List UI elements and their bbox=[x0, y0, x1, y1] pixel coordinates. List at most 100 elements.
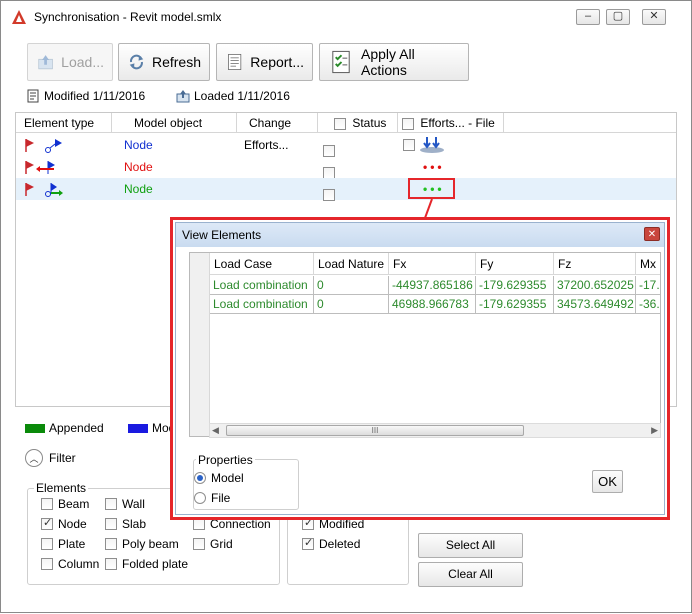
efforts-header-checkbox[interactable] bbox=[402, 117, 414, 130]
cell-load-nature: 0 bbox=[314, 276, 389, 295]
column-checkbox[interactable]: Column bbox=[41, 557, 99, 571]
apply-all-actions-button[interactable]: Apply All Actions bbox=[319, 43, 469, 81]
header-element-type[interactable]: Element type bbox=[16, 113, 112, 133]
header-efforts-file[interactable]: Efforts... - File bbox=[398, 113, 504, 133]
scroll-thumb[interactable]: III bbox=[226, 425, 524, 436]
node-checkbox[interactable]: Node bbox=[41, 516, 87, 531]
grid-checkbox[interactable]: Grid bbox=[193, 537, 233, 551]
column-label: Column bbox=[58, 557, 100, 571]
header-status-label: Status bbox=[352, 116, 387, 130]
model-object-cell: Node bbox=[124, 156, 153, 178]
refresh-label: Refresh bbox=[151, 54, 201, 70]
cell-fz: 37200.652025 bbox=[554, 276, 636, 295]
window-title: Synchronisation - Revit model.smlx bbox=[34, 10, 222, 24]
refresh-button[interactable]: Refresh bbox=[118, 43, 210, 81]
poly-beam-checkbox[interactable]: Poly beam bbox=[105, 537, 179, 551]
minimize-button[interactable]: – bbox=[576, 9, 600, 25]
table-row[interactable]: Node Efforts... bbox=[16, 133, 676, 157]
header-model-object[interactable]: Model object bbox=[112, 113, 237, 133]
collapse-chevron-icon[interactable]: ︿ bbox=[25, 449, 43, 467]
node-element-icon bbox=[25, 139, 62, 153]
efforts-load-icon bbox=[420, 136, 445, 153]
slab-checkbox[interactable]: Slab bbox=[105, 517, 146, 531]
model-object-cell: Node bbox=[124, 178, 153, 200]
header-change[interactable]: Change bbox=[237, 113, 318, 133]
col-fy[interactable]: Fy bbox=[476, 253, 554, 275]
plate-checkbox[interactable]: Plate bbox=[41, 537, 85, 551]
cell-fy: -179.629355 bbox=[476, 276, 554, 295]
modified-swatch bbox=[128, 423, 148, 433]
apply-actions-icon bbox=[332, 50, 350, 74]
modified-info: Modified 1/11/2016 bbox=[26, 89, 145, 103]
close-button[interactable]: ✕ bbox=[642, 9, 666, 25]
slab-label: Slab bbox=[122, 517, 147, 531]
row-header-column bbox=[190, 253, 210, 436]
folded-plate-checkbox[interactable]: Folded plate bbox=[105, 557, 188, 571]
cell-mx: -17.6 bbox=[636, 276, 660, 295]
status-checkbox[interactable] bbox=[323, 183, 335, 201]
clear-all-button[interactable]: Clear All bbox=[418, 562, 523, 587]
status-checkbox[interactable] bbox=[323, 161, 335, 179]
efforts-file-cell[interactable] bbox=[403, 133, 446, 155]
poly-beam-label: Poly beam bbox=[122, 537, 179, 551]
col-mx[interactable]: Mx bbox=[636, 253, 660, 275]
cell-fy: -179.629355 bbox=[476, 295, 554, 314]
table-row[interactable]: Node ••• bbox=[16, 156, 676, 179]
horizontal-scrollbar[interactable]: ◀ III ▶ bbox=[209, 423, 661, 438]
model-object-cell: Node bbox=[124, 134, 153, 156]
cell-load-case: Load combination bbox=[210, 295, 314, 314]
filter-label: Filter bbox=[49, 451, 76, 465]
deleted-filter-label: Deleted bbox=[319, 537, 361, 551]
refresh-icon bbox=[129, 54, 144, 70]
deleted-checkbox[interactable]: Deleted bbox=[302, 536, 361, 551]
node-element-icon bbox=[25, 161, 55, 174]
file-radio[interactable]: File bbox=[194, 491, 230, 505]
beam-label: Beam bbox=[58, 497, 90, 511]
document-modified-icon bbox=[27, 89, 39, 103]
load-icon bbox=[38, 55, 53, 70]
efforts-detail-dots[interactable]: ••• bbox=[423, 156, 445, 178]
cell-fz: 34573.649492 bbox=[554, 295, 636, 314]
col-fx[interactable]: Fx bbox=[389, 253, 476, 275]
filter-toggle[interactable]: ︿ Filter bbox=[25, 449, 76, 467]
header-status[interactable]: Status bbox=[318, 113, 398, 133]
col-load-case[interactable]: Load Case bbox=[210, 253, 314, 275]
view-elements-callout: View Elements ✕ Load Case Load Nature Fx… bbox=[170, 217, 670, 520]
select-all-button[interactable]: Select All bbox=[418, 533, 523, 558]
load-button[interactable]: Load... bbox=[27, 43, 113, 81]
loaded-date: Loaded 1/11/2016 bbox=[194, 89, 290, 103]
wall-checkbox[interactable]: Wall bbox=[105, 497, 145, 511]
status-checkbox[interactable] bbox=[323, 139, 335, 157]
revit-app-icon bbox=[12, 10, 26, 24]
node-element-icon bbox=[25, 183, 63, 197]
model-radio[interactable]: Model bbox=[194, 471, 244, 485]
cell-fx: -44937.865186 bbox=[389, 276, 476, 295]
cell-mx: -36.9 bbox=[636, 295, 660, 314]
grid-header: Element type Model object Change Status … bbox=[16, 113, 676, 133]
scroll-left-arrow-icon[interactable]: ◀ bbox=[212, 425, 219, 436]
dialog-title-bar: View Elements ✕ bbox=[176, 223, 664, 247]
ok-button[interactable]: OK bbox=[592, 470, 623, 493]
beam-checkbox[interactable]: Beam bbox=[41, 497, 89, 511]
appended-swatch bbox=[25, 423, 45, 433]
legend-modified: Mod bbox=[128, 421, 175, 435]
change-cell: Efforts... bbox=[244, 138, 289, 152]
modified-date: Modified 1/11/2016 bbox=[44, 89, 146, 103]
document-loaded-icon bbox=[176, 90, 190, 103]
grid-label: Grid bbox=[210, 537, 233, 551]
efforts-checkbox[interactable] bbox=[403, 138, 415, 151]
load-label: Load... bbox=[61, 54, 104, 70]
table-row[interactable]: Node ••• bbox=[16, 178, 676, 201]
appended-label: Appended bbox=[49, 421, 104, 435]
report-button[interactable]: Report... bbox=[216, 43, 313, 81]
elements-data-grid: Load Case Load Nature Fx Fy Fz Mx Load c… bbox=[189, 252, 661, 437]
col-load-nature[interactable]: Load Nature bbox=[314, 253, 389, 275]
model-object-text: Node bbox=[124, 182, 153, 196]
maximize-button[interactable]: ▢ bbox=[606, 9, 630, 25]
dialog-close-icon[interactable]: ✕ bbox=[644, 227, 660, 241]
col-fz[interactable]: Fz bbox=[554, 253, 636, 275]
status-header-checkbox[interactable] bbox=[334, 117, 346, 130]
scroll-right-arrow-icon[interactable]: ▶ bbox=[651, 425, 658, 436]
view-elements-dialog: View Elements ✕ Load Case Load Nature Fx… bbox=[175, 222, 665, 515]
wall-label: Wall bbox=[122, 497, 145, 511]
